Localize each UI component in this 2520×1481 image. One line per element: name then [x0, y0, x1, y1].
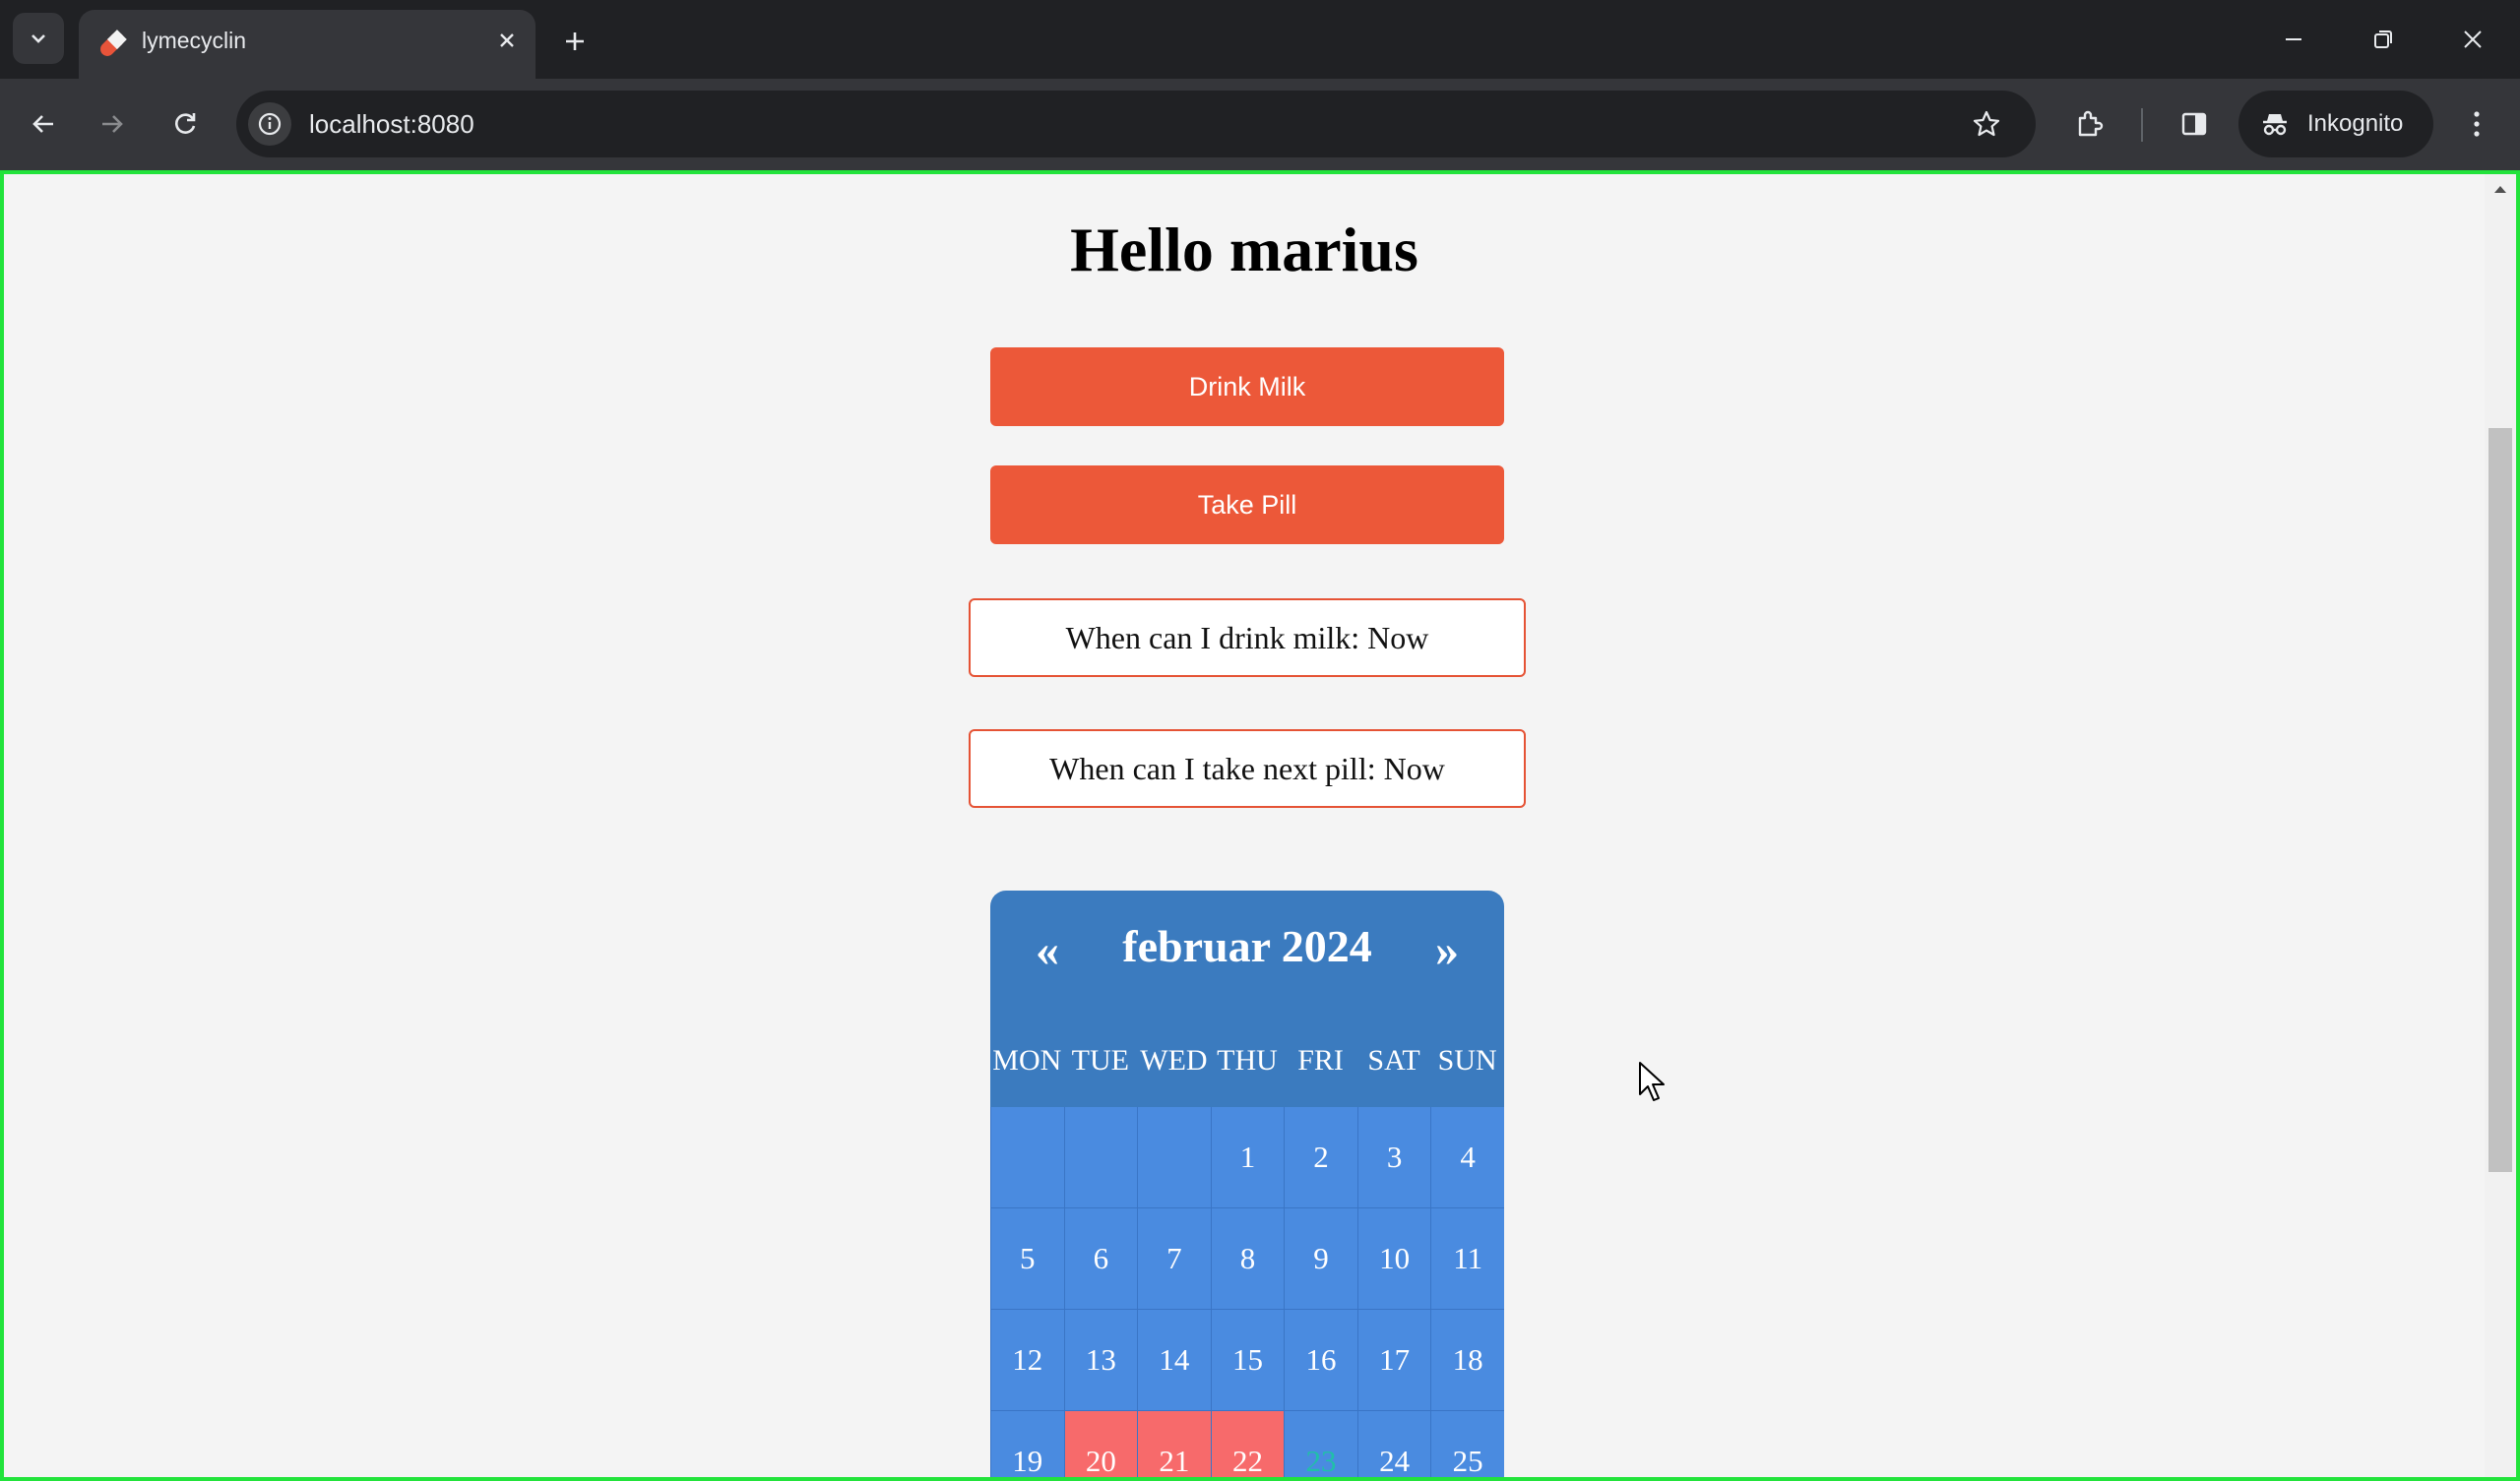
- pill-status: When can I take next pill: Now: [969, 729, 1526, 808]
- side-panel-button[interactable]: [2171, 100, 2218, 148]
- incognito-label: Inkognito: [2307, 110, 2404, 137]
- reload-icon: [175, 113, 196, 134]
- calendar-day[interactable]: 1: [1210, 1107, 1285, 1208]
- calendar-day[interactable]: 19: [990, 1411, 1064, 1477]
- calendar-empty-cell: [990, 1107, 1064, 1208]
- calendar-weekday-row: MON TUE WED THU FRI SAT SUN: [990, 1015, 1504, 1107]
- new-tab-button[interactable]: [553, 20, 597, 63]
- calendar-day[interactable]: 7: [1137, 1208, 1211, 1310]
- calendar-day[interactable]: 2: [1284, 1107, 1357, 1208]
- tab-title: lymecyclin: [142, 28, 247, 53]
- triangle-up-icon: [2494, 186, 2506, 193]
- pill-icon: [100, 30, 127, 56]
- page-viewport: Hello marius Drink Milk Take Pill When c…: [0, 170, 2520, 1481]
- weekday-label: FRI: [1297, 1044, 1344, 1077]
- calendar-day[interactable]: 21: [1137, 1411, 1211, 1477]
- browser-menu-button[interactable]: [2453, 100, 2500, 148]
- calendar-day-grid: 1 2 3 4 5 6 7 8 9 10 11 12 13 14 15 16 17 18 19 20 21 22 23 24 2…: [990, 1107, 1504, 1477]
- extensions-button[interactable]: [2066, 100, 2113, 148]
- calendar-day[interactable]: 24: [1356, 1411, 1431, 1477]
- info-icon: [258, 112, 282, 136]
- calendar-day[interactable]: 6: [1063, 1208, 1138, 1310]
- calendar-day[interactable]: 5: [990, 1208, 1064, 1310]
- minimize-icon: [2286, 38, 2301, 40]
- calendar-day[interactable]: 8: [1210, 1208, 1285, 1310]
- calendar-day[interactable]: 3: [1356, 1107, 1431, 1208]
- forward-button[interactable]: [89, 100, 136, 148]
- tab-search-button[interactable]: [13, 13, 64, 64]
- calendar-day[interactable]: 4: [1430, 1107, 1504, 1208]
- calendar-day[interactable]: 16: [1284, 1310, 1357, 1411]
- calendar-day[interactable]: 25: [1430, 1411, 1504, 1477]
- calendar-day[interactable]: 23: [1284, 1411, 1357, 1477]
- incognito-indicator[interactable]: Inkognito: [2238, 91, 2433, 157]
- calendar-day[interactable]: 17: [1356, 1310, 1431, 1411]
- calendar-day[interactable]: 12: [990, 1310, 1064, 1411]
- restore-icon: [2374, 31, 2392, 48]
- page-scrollbar[interactable]: [2485, 174, 2516, 1477]
- weekday-label: SUN: [1437, 1044, 1497, 1077]
- chevron-down-icon: [32, 34, 45, 43]
- bookmark-button[interactable]: [1965, 102, 2008, 146]
- close-window-button[interactable]: [2443, 14, 2502, 65]
- next-month-button[interactable]: »: [1418, 920, 1477, 979]
- page-content: Hello marius Drink Milk Take Pill When c…: [4, 174, 2485, 1477]
- calendar-day[interactable]: 9: [1284, 1208, 1357, 1310]
- site-info-button[interactable]: [248, 102, 291, 146]
- puzzle-icon: [2078, 110, 2104, 137]
- toolbar-divider: [2141, 108, 2143, 142]
- calendar-day[interactable]: 10: [1356, 1208, 1431, 1310]
- plus-icon: [566, 32, 584, 50]
- calendar-day[interactable]: 13: [1063, 1310, 1138, 1411]
- calendar-empty-cell: [1063, 1107, 1138, 1208]
- calendar-day[interactable]: 20: [1063, 1411, 1138, 1477]
- weekday-label: SAT: [1367, 1044, 1420, 1077]
- arrow-right-icon: [102, 115, 123, 133]
- weekday-label: THU: [1217, 1044, 1278, 1077]
- calendar: « februar 2024 » MON TUE WED THU FRI SAT SUN 1…: [990, 891, 1504, 1477]
- calendar-empty-cell: [1137, 1107, 1211, 1208]
- browser-toolbar: localhost:8080 Inkognito: [0, 79, 2520, 170]
- calendar-day[interactable]: 11: [1430, 1208, 1504, 1310]
- close-icon: [2464, 31, 2482, 48]
- calendar-day[interactable]: 22: [1210, 1411, 1285, 1477]
- minimize-button[interactable]: [2264, 14, 2323, 65]
- calendar-day[interactable]: 14: [1137, 1310, 1211, 1411]
- browser-title-bar: lymecyclin: [0, 0, 2520, 79]
- calendar-header: « februar 2024 »: [990, 891, 1504, 1015]
- side-panel-icon: [2181, 112, 2207, 136]
- restore-button[interactable]: [2354, 14, 2413, 65]
- page-title: Hello marius: [1070, 215, 1418, 284]
- browser-tab[interactable]: lymecyclin: [79, 10, 536, 79]
- weekday-label: TUE: [1071, 1044, 1129, 1077]
- close-icon: [500, 33, 514, 47]
- address-bar[interactable]: localhost:8080: [236, 91, 2036, 157]
- back-button[interactable]: [20, 100, 67, 148]
- drink-milk-button[interactable]: Drink Milk: [990, 347, 1504, 426]
- more-vertical-icon: [2474, 111, 2480, 137]
- take-pill-button[interactable]: Take Pill: [990, 465, 1504, 544]
- star-icon: [1973, 110, 2000, 137]
- milk-status: When can I drink milk: Now: [969, 598, 1526, 677]
- scrollbar-thumb[interactable]: [2488, 428, 2512, 1172]
- weekday-label: WED: [1140, 1044, 1208, 1077]
- arrow-left-icon: [32, 115, 53, 133]
- url-text: localhost:8080: [309, 109, 474, 139]
- mouse-pointer-icon: [1639, 1062, 1665, 1101]
- calendar-day[interactable]: 18: [1430, 1310, 1504, 1411]
- weekday-label: MON: [992, 1044, 1062, 1077]
- reload-button[interactable]: [161, 100, 209, 148]
- incognito-icon: [2260, 107, 2294, 141]
- calendar-day[interactable]: 15: [1210, 1310, 1285, 1411]
- tab-close-button[interactable]: [492, 26, 522, 55]
- scroll-up-button[interactable]: [2485, 174, 2516, 204]
